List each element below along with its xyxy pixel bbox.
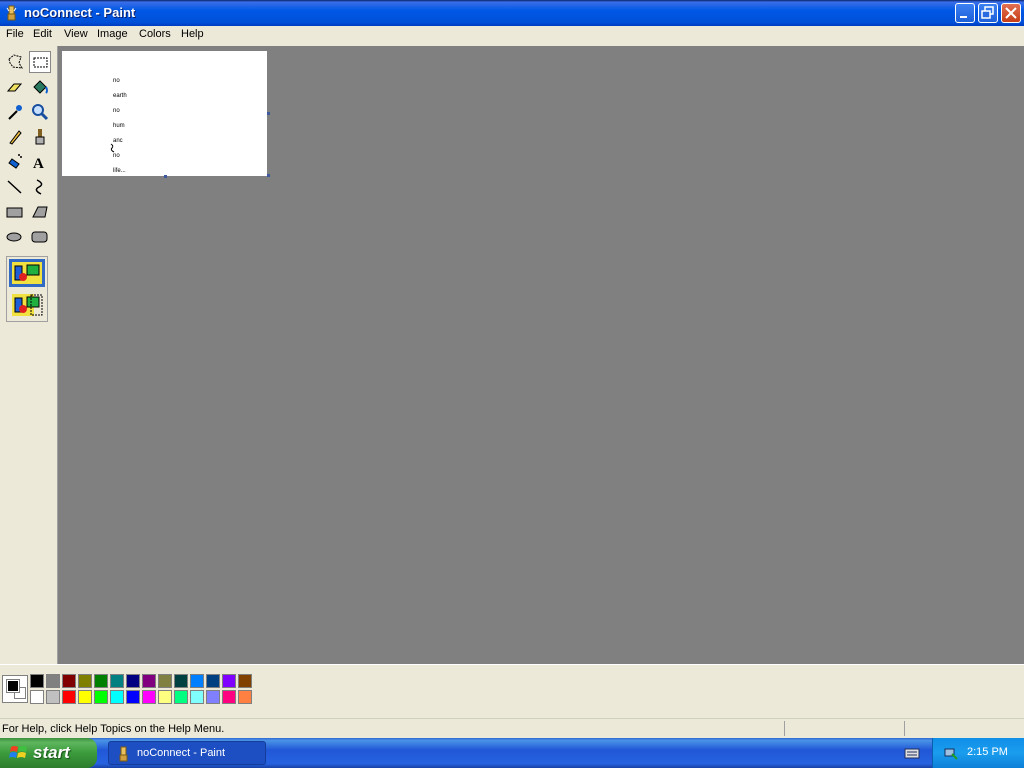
fill-with-color-tool[interactable] [29,76,51,98]
clock[interactable]: 2:15 PM [967,746,1008,758]
foreground-color-swatch [6,679,20,693]
menu-file[interactable]: File [6,28,24,40]
palette-swatch[interactable] [238,690,252,704]
selection-options-box [6,256,48,322]
palette-swatch[interactable] [206,690,220,704]
drawing-canvas[interactable]: no earth no hum anc no life... [62,51,267,176]
canvas-word: hum [113,123,125,129]
status-bar: For Help, click Help Topics on the Help … [0,718,1024,739]
text-tool[interactable]: A [29,151,51,173]
palette-swatch[interactable] [94,690,108,704]
palette-swatch[interactable] [126,690,140,704]
start-button[interactable]: start [0,738,97,768]
canvas-word: no [113,78,120,84]
palette-swatch[interactable] [190,674,204,688]
eraser-tool[interactable] [4,76,26,98]
canvas-resize-handle-bottom[interactable] [164,175,167,178]
canvas-resize-handle-right[interactable] [267,112,270,115]
brush-tool[interactable] [29,126,51,148]
menu-view[interactable]: View [64,28,88,40]
svg-text:A: A [33,156,44,172]
menu-edit[interactable]: Edit [33,28,52,40]
paint-app-icon [117,746,131,765]
palette-swatch[interactable] [222,690,236,704]
status-pane-coordinates [784,721,785,736]
airbrush-tool[interactable] [4,151,26,173]
taskbar-button-paint[interactable]: noConnect - Paint [108,741,266,765]
rectangle-select-tool[interactable] [29,51,51,73]
palette-swatch[interactable] [62,690,76,704]
line-tool[interactable] [4,176,26,198]
transparent-selection-option[interactable] [9,291,45,319]
current-colors-indicator [2,675,28,703]
curve-tool[interactable] [29,176,51,198]
title-bar: noConnect - Paint [0,0,1024,26]
palette-swatch[interactable] [222,674,236,688]
window-title: noConnect - Paint [24,5,136,20]
rectangle-tool[interactable] [4,201,26,223]
palette-swatch[interactable] [94,674,108,688]
color-box [0,664,1024,715]
palette-swatch[interactable] [206,674,220,688]
palette-swatch[interactable] [62,674,76,688]
palette-swatch[interactable] [174,690,188,704]
palette-swatch[interactable] [158,674,172,688]
ellipse-tool[interactable] [4,226,26,248]
canvas-word: life... [113,168,126,174]
palette-swatch[interactable] [78,674,92,688]
free-form-select-tool[interactable] [4,51,26,73]
keyboard-icon[interactable] [904,747,920,762]
palette-swatch[interactable] [174,674,188,688]
minimize-button[interactable] [955,3,975,23]
palette-swatch[interactable] [158,690,172,704]
canvas-workspace: no earth no hum anc no life... [57,46,1024,664]
menu-image[interactable]: Image [97,28,128,40]
status-text: For Help, click Help Topics on the Help … [2,723,225,735]
close-button[interactable] [1001,3,1021,23]
palette-swatch[interactable] [46,690,60,704]
windows-flag-icon [9,744,29,765]
rounded-rectangle-tool[interactable] [29,226,51,248]
system-tray: 2:15 PM [932,738,1024,768]
taskbar-button-label: noConnect - Paint [137,747,226,759]
polygon-tool[interactable] [29,201,51,223]
palette-swatch[interactable] [78,690,92,704]
taskbar: start noConnect - Paint 2:15 PM [0,738,1024,768]
toolbox: A [0,46,56,664]
magnifier-tool[interactable] [29,101,51,123]
palette-swatch[interactable] [110,674,124,688]
menu-bar: File Edit View Image Colors Help [0,26,1024,44]
restore-button[interactable] [978,3,998,23]
menu-help[interactable]: Help [181,28,204,40]
start-label: start [33,743,70,762]
palette-swatch[interactable] [110,690,124,704]
paint-app-icon[interactable] [4,5,20,21]
palette-swatch[interactable] [142,690,156,704]
opaque-selection-option[interactable] [9,259,45,287]
palette-swatch[interactable] [126,674,140,688]
canvas-resize-handle-corner[interactable] [267,174,270,177]
status-pane-size [904,721,905,736]
palette-swatch[interactable] [46,674,60,688]
menu-colors[interactable]: Colors [139,28,171,40]
mouse-cursor-icon [110,143,116,156]
network-icon[interactable] [943,745,959,764]
pencil-tool[interactable] [4,126,26,148]
canvas-word: earth [113,93,127,99]
palette-swatch[interactable] [190,690,204,704]
canvas-word: no [113,108,120,114]
palette-swatch[interactable] [238,674,252,688]
pick-color-tool[interactable] [4,101,26,123]
palette-swatch[interactable] [30,674,44,688]
palette-swatch[interactable] [142,674,156,688]
palette-swatch[interactable] [30,690,44,704]
